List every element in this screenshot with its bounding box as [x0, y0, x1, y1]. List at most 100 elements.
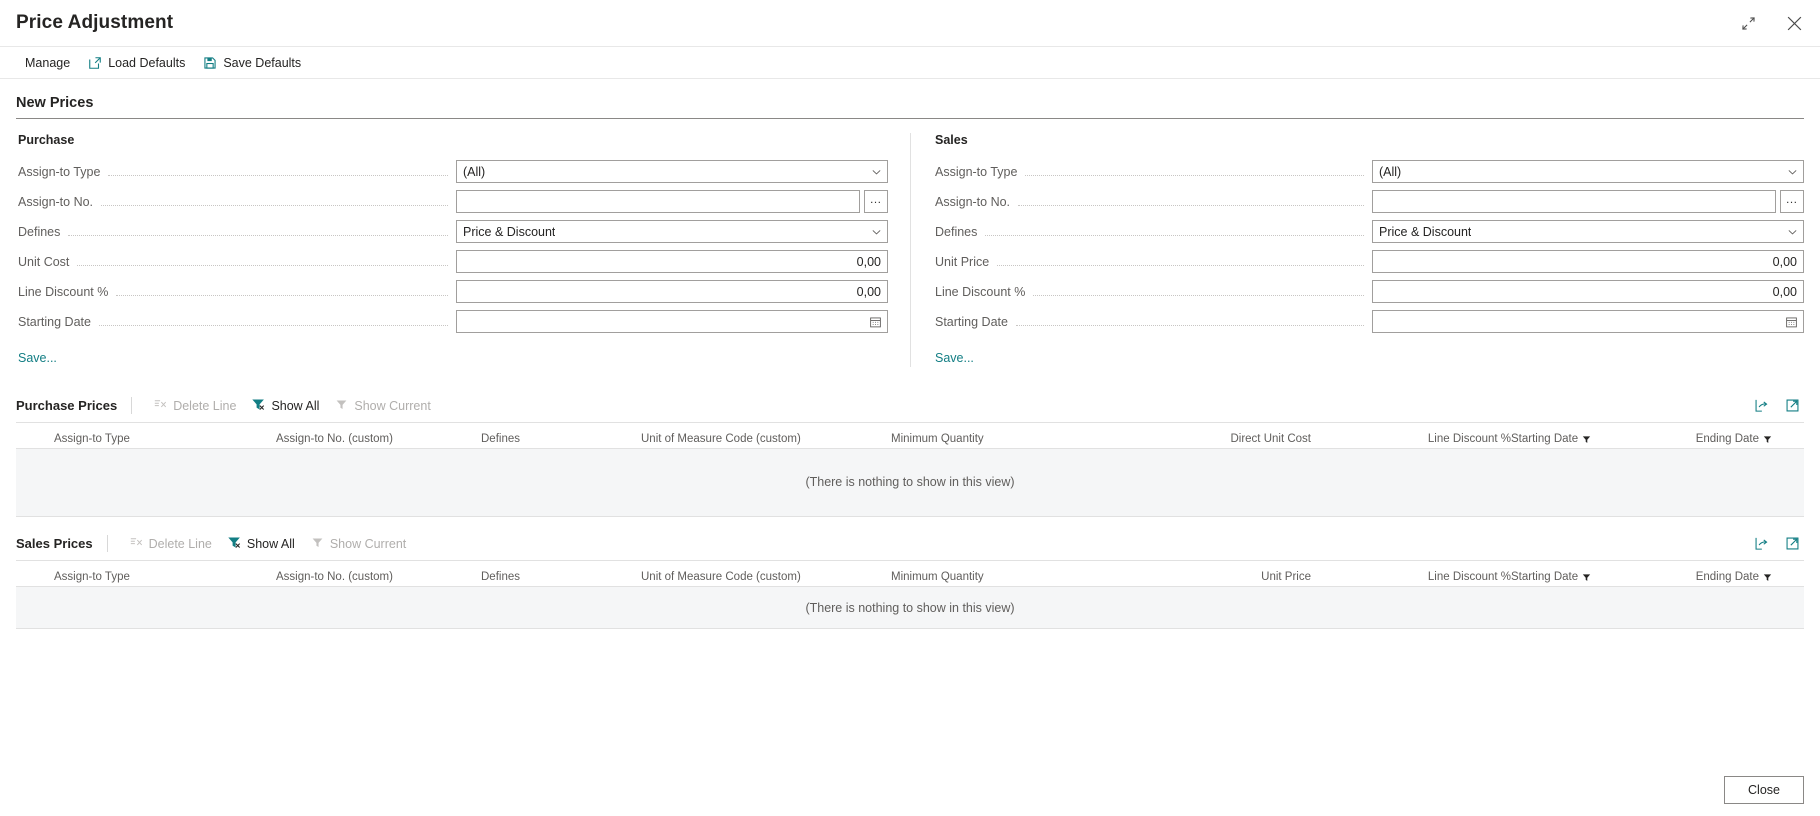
purchase-show-all-button[interactable]: Show All: [244, 395, 327, 417]
sales-assign-to-no-input[interactable]: [1372, 190, 1776, 213]
sales-defines-value: Price & Discount: [1379, 224, 1472, 239]
open-in-excel-icon[interactable]: [1754, 398, 1769, 413]
purchase-prices-toolbar: Purchase Prices Delete Line Show All Sho…: [16, 389, 1804, 423]
calendar-icon[interactable]: [1785, 315, 1798, 328]
load-defaults-label: Load Defaults: [108, 55, 186, 70]
toolbar-divider: [106, 535, 108, 552]
col-assign-to-no[interactable]: Assign-to No. (custom): [276, 571, 481, 583]
purchase-prices-right-actions: [1754, 398, 1804, 413]
chevron-down-icon[interactable]: [1787, 166, 1798, 177]
col-starting-date-label: Starting Date: [1511, 433, 1579, 445]
purchase-line-discount-input[interactable]: 0,00: [456, 280, 888, 303]
sales-prices-toolbar: Sales Prices Delete Line Show All Show C…: [16, 527, 1804, 561]
control-purchase-defines: Price & Discount: [456, 220, 888, 243]
calendar-icon[interactable]: [869, 315, 882, 328]
chevron-down-icon[interactable]: [871, 226, 882, 237]
purchase-defines-input[interactable]: Price & Discount: [456, 220, 888, 243]
open-in-new-window-icon[interactable]: [1785, 398, 1800, 413]
col-starting-date[interactable]: Starting Date: [1511, 433, 1671, 445]
sales-save-link[interactable]: Save...: [933, 351, 974, 365]
sales-prices-grid: Assign-to Type Assign-to No. (custom) De…: [16, 561, 1804, 629]
sales-unit-price-input[interactable]: 0,00: [1372, 250, 1804, 273]
col-unit-of-measure-code[interactable]: Unit of Measure Code (custom): [641, 571, 891, 583]
col-unit-price[interactable]: Unit Price: [1091, 571, 1311, 583]
sales-starting-date-input[interactable]: [1372, 310, 1804, 333]
purchase-delete-line-button[interactable]: Delete Line: [146, 395, 244, 417]
load-defaults-button[interactable]: Load Defaults: [79, 53, 194, 73]
col-direct-unit-cost[interactable]: Direct Unit Cost: [1091, 433, 1311, 445]
col-assign-to-no[interactable]: Assign-to No. (custom): [276, 433, 481, 445]
open-in-excel-icon[interactable]: [1754, 536, 1769, 551]
col-unit-of-measure-code[interactable]: Unit of Measure Code (custom): [641, 433, 891, 445]
purchase-unit-cost-value: 0,00: [856, 254, 881, 269]
sales-delete-line-button[interactable]: Delete Line: [122, 533, 220, 555]
purchase-delete-line-label: Delete Line: [173, 398, 237, 413]
purchase-prices-grid-body: (There is nothing to show in this view): [16, 449, 1804, 517]
label-sales-defines: Defines: [935, 224, 978, 239]
label-purchase-assign-to-type: Assign-to Type: [18, 164, 101, 179]
control-purchase-starting-date: [456, 310, 888, 333]
show-all-icon: [228, 536, 241, 552]
sales-defines-input[interactable]: Price & Discount: [1372, 220, 1804, 243]
sales-prices-part: Sales Prices Delete Line Show All Show C…: [0, 527, 1820, 629]
col-starting-date[interactable]: Starting Date: [1511, 571, 1671, 583]
manage-menu-button[interactable]: Manage: [16, 53, 79, 73]
filter-icon[interactable]: [1582, 435, 1591, 444]
sales-form-group: Sales Assign-to Type (All) Assign-to No.: [910, 133, 1804, 367]
label-sales-assign-to-type: Assign-to Type: [935, 164, 1018, 179]
new-prices-section: New Prices: [0, 79, 1820, 119]
sales-prices-grid-header: Assign-to Type Assign-to No. (custom) De…: [16, 561, 1804, 587]
filter-icon[interactable]: [1582, 573, 1591, 582]
purchase-save-link[interactable]: Save...: [16, 351, 57, 365]
sales-show-all-button[interactable]: Show All: [220, 533, 303, 555]
purchase-assign-to-no-lookup-button[interactable]: …: [864, 190, 888, 213]
col-ending-date[interactable]: Ending Date: [1671, 571, 1804, 583]
chevron-down-icon[interactable]: [871, 166, 882, 177]
sales-assign-to-type-value: (All): [1379, 164, 1402, 179]
col-defines[interactable]: Defines: [481, 433, 641, 445]
control-purchase-assign-to-no: …: [456, 190, 888, 213]
sales-prices-title: Sales Prices: [16, 536, 93, 551]
sales-assign-to-type-input[interactable]: (All): [1372, 160, 1804, 183]
purchase-starting-date-input[interactable]: [456, 310, 888, 333]
col-ending-date[interactable]: Ending Date: [1671, 433, 1804, 445]
label-sales-line-discount: Line Discount %: [935, 284, 1026, 299]
purchase-show-current-button[interactable]: Show Current: [327, 395, 438, 417]
section-title: New Prices: [16, 79, 1804, 119]
filter-icon[interactable]: [1763, 435, 1772, 444]
col-line-discount-pct[interactable]: Line Discount %: [1311, 433, 1511, 445]
chevron-down-icon[interactable]: [1787, 226, 1798, 237]
col-assign-to-type[interactable]: Assign-to Type: [16, 571, 276, 583]
sales-show-current-button[interactable]: Show Current: [303, 533, 414, 555]
control-purchase-line-discount: 0,00: [456, 280, 888, 303]
col-minimum-quantity[interactable]: Minimum Quantity: [891, 571, 1091, 583]
purchase-assign-to-no-input[interactable]: [456, 190, 860, 213]
dot-leader: [98, 325, 448, 326]
save-defaults-button[interactable]: Save Defaults: [194, 53, 310, 73]
filter-icon[interactable]: [1763, 573, 1772, 582]
col-starting-date-label: Starting Date: [1511, 571, 1579, 583]
field-row-sales-starting-date: Starting Date: [933, 307, 1804, 336]
purchase-unit-cost-input[interactable]: 0,00: [456, 250, 888, 273]
close-button[interactable]: Close: [1724, 776, 1804, 804]
open-in-new-window-icon[interactable]: [1785, 536, 1800, 551]
purchase-prices-part: Purchase Prices Delete Line Show All Sho…: [0, 389, 1820, 517]
close-icon[interactable]: [1782, 11, 1806, 35]
purchase-line-discount-value: 0,00: [856, 284, 881, 299]
manage-label: Manage: [25, 55, 71, 70]
dot-leader: [1018, 205, 1364, 206]
field-row-purchase-assign-to-no: Assign-to No. …: [16, 187, 888, 216]
label-purchase-defines: Defines: [18, 224, 61, 239]
col-assign-to-type[interactable]: Assign-to Type: [16, 433, 276, 445]
sales-prices-grid-body: (There is nothing to show in this view): [16, 587, 1804, 629]
sales-assign-to-no-lookup-button[interactable]: …: [1780, 190, 1804, 213]
field-row-sales-assign-to-no: Assign-to No. …: [933, 187, 1804, 216]
col-line-discount-pct[interactable]: Line Discount %: [1311, 571, 1511, 583]
purchase-assign-to-type-input[interactable]: (All): [456, 160, 888, 183]
sales-line-discount-input[interactable]: 0,00: [1372, 280, 1804, 303]
field-row-sales-defines: Defines Price & Discount: [933, 217, 1804, 246]
load-defaults-icon: [88, 56, 102, 70]
col-minimum-quantity[interactable]: Minimum Quantity: [891, 433, 1091, 445]
col-defines[interactable]: Defines: [481, 571, 641, 583]
restore-down-icon[interactable]: [1736, 11, 1760, 35]
